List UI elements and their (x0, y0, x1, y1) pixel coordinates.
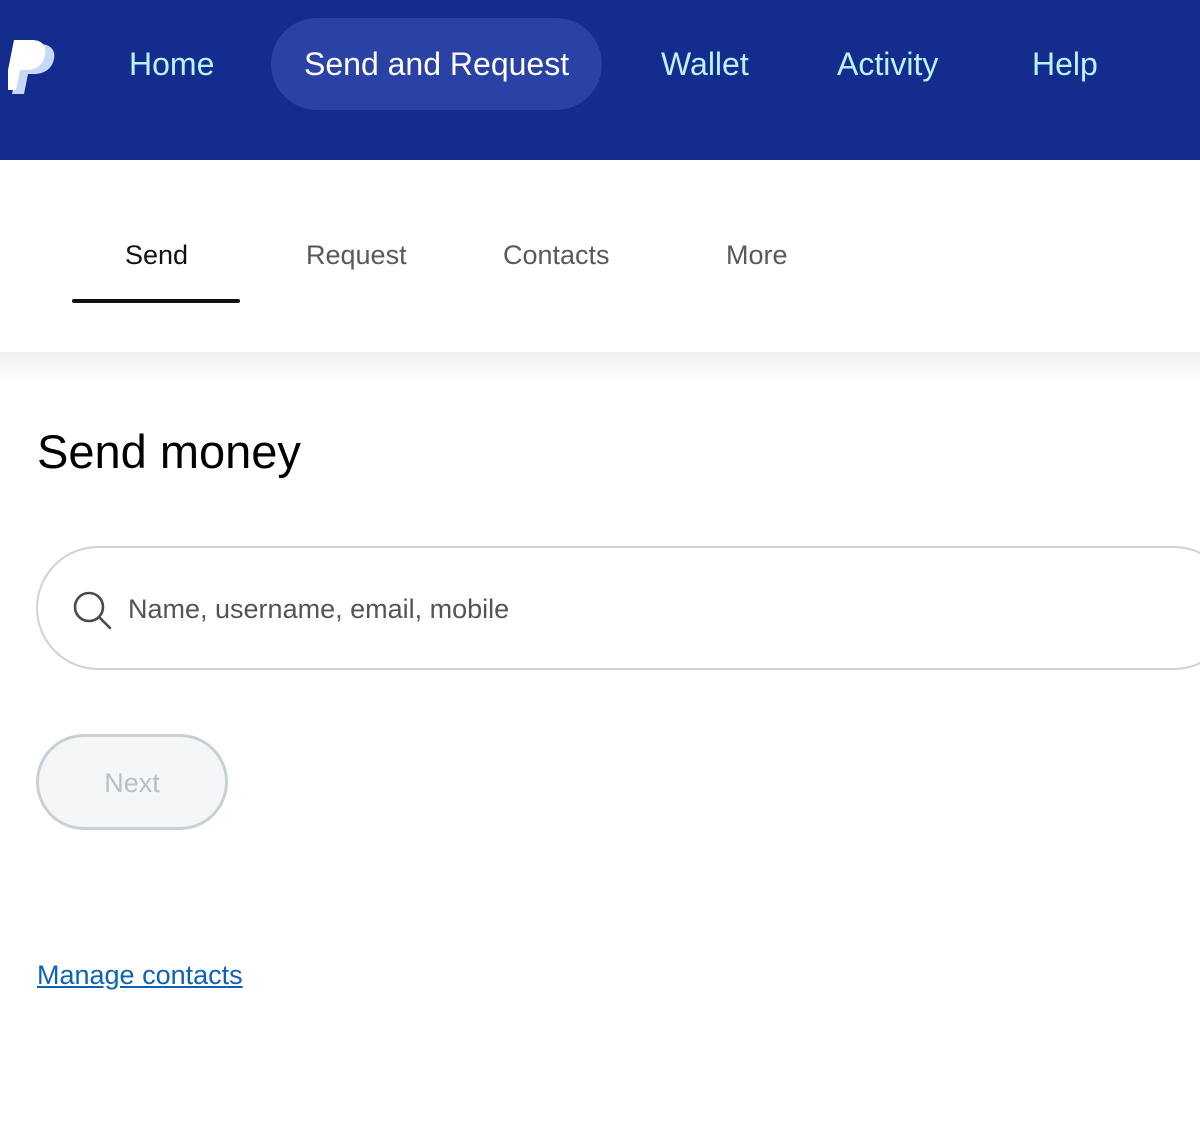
send-request-subnav: Send Request Contacts More (0, 160, 1200, 352)
recipient-search-input[interactable] (128, 578, 1028, 640)
nav-activity[interactable]: Activity (837, 18, 938, 110)
nav-home[interactable]: Home (129, 18, 214, 110)
tab-request[interactable]: Request (306, 240, 407, 271)
nav-help[interactable]: Help (1032, 18, 1098, 110)
paypal-logo-icon[interactable] (8, 38, 60, 96)
subnav-shadow (0, 352, 1200, 382)
nav-wallet[interactable]: Wallet (661, 18, 749, 110)
active-tab-indicator (72, 299, 240, 303)
nav-send-and-request[interactable]: Send and Request (271, 18, 603, 110)
tab-contacts[interactable]: Contacts (503, 240, 610, 271)
search-icon (73, 591, 112, 630)
recipient-search-box[interactable] (36, 546, 1200, 670)
next-button[interactable]: Next (36, 734, 228, 830)
tab-send[interactable]: Send (125, 240, 188, 271)
page-title: Send money (37, 425, 301, 478)
manage-contacts-link[interactable]: Manage contacts (37, 960, 243, 991)
top-navigation-bar: Home Send and Request Wallet Activity He… (0, 0, 1200, 160)
tab-more[interactable]: More (726, 240, 788, 271)
